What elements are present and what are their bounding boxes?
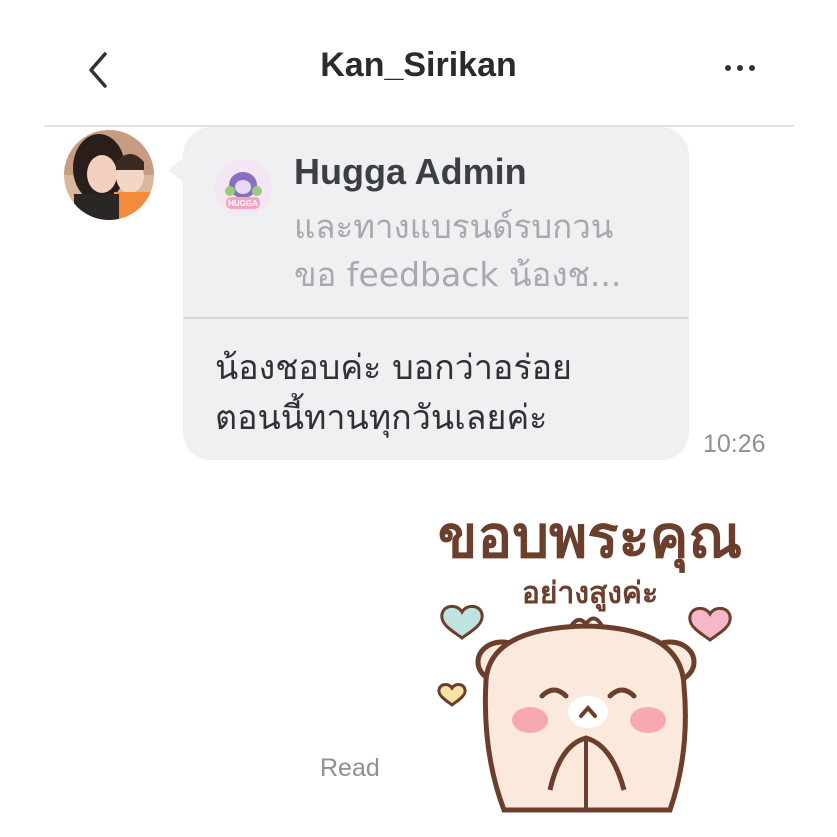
chat-header: Kan_Sirikan	[0, 0, 837, 126]
quoted-text-line: ขอ feedback น้องช...	[294, 255, 622, 294]
more-dot	[749, 65, 755, 71]
more-options-button[interactable]	[712, 46, 768, 90]
bubble-divider	[183, 317, 689, 319]
hugga-logo-icon: HUGGA	[214, 159, 272, 217]
message-bubble[interactable]: HUGGA Hugga Admin และทางแบรนด์รบกวน ขอ f…	[183, 127, 689, 460]
avatar-photo	[64, 130, 154, 220]
quoted-text-line: และทางแบรนด์รบกวน	[294, 207, 614, 246]
message-timestamp: 10:26	[703, 430, 766, 458]
more-dot	[737, 65, 743, 71]
more-horizontal-icon	[725, 65, 731, 71]
reply-text-line: น้องชอบค่ะ บอกว่าอร่อย	[215, 348, 572, 388]
sticker[interactable]: ขอบพระคุณ อย่างสูงค่ะ	[420, 490, 760, 830]
quoted-avatar: HUGGA	[214, 159, 272, 217]
quoted-sender-name: Hugga Admin	[294, 151, 527, 192]
svg-text:HUGGA: HUGGA	[228, 199, 258, 208]
reply-text: น้องชอบค่ะ บอกว่าอร่อย ตอนนี้ทานทุกวันเล…	[215, 343, 572, 443]
read-receipt: Read	[320, 754, 380, 782]
sticker-caption-sub: อย่างสูงค่ะ	[521, 576, 659, 611]
reply-text-line: ตอนนี้ทานทุกวันเลยค่ะ	[215, 398, 548, 438]
quoted-message[interactable]: HUGGA Hugga Admin และทางแบรนด์รบกวน ขอ f…	[183, 127, 689, 317]
avatar[interactable]	[64, 130, 154, 220]
quoted-text: และทางแบรนด์รบกวน ขอ feedback น้องช...	[294, 203, 674, 299]
